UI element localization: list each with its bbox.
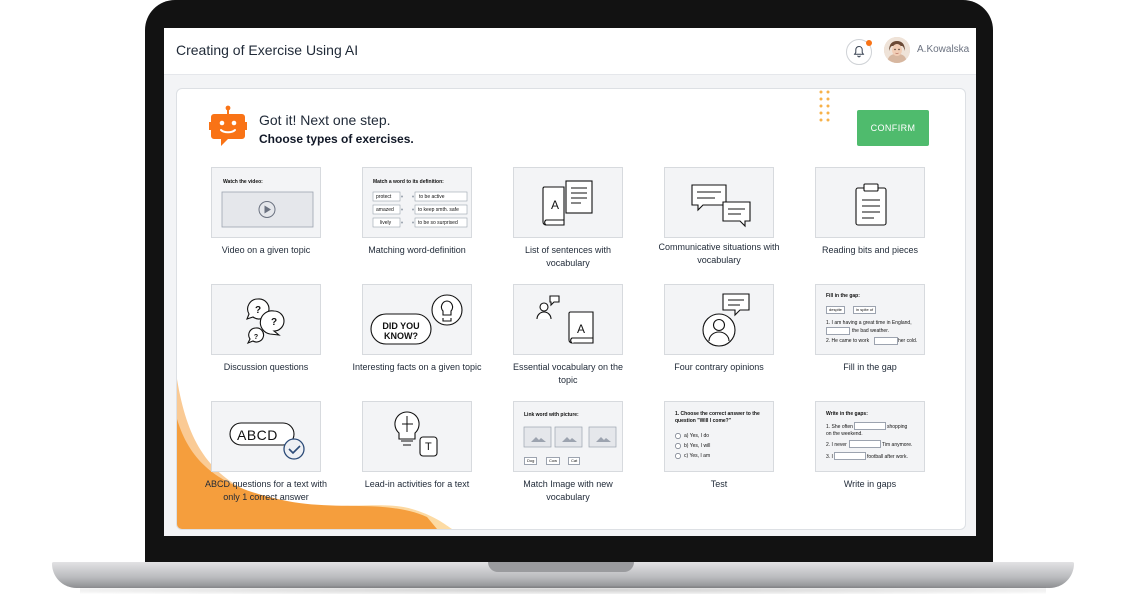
abcd-preview: ABCD xyxy=(211,401,321,472)
communicative-preview xyxy=(664,167,774,238)
app-header: Creating of Exercise Using AI A.Kowalska xyxy=(164,28,976,75)
reading-preview xyxy=(815,167,925,238)
person-book-icon: A xyxy=(536,295,594,344)
svg-text:?: ? xyxy=(271,317,277,328)
tile-label: Interesting facts on a given topic xyxy=(352,362,482,372)
app-screen: Creating of Exercise Using AI A.Kowalska xyxy=(164,28,976,536)
lightbulb-icon xyxy=(370,294,463,345)
write-gaps-preview: Write in the gaps: 1. She often shopping… xyxy=(815,401,925,472)
step-title: Got it! Next one step. xyxy=(259,112,391,128)
page-title: Creating of Exercise Using AI xyxy=(176,42,359,58)
tile-label: Discussion questions xyxy=(223,362,309,372)
tile-label: Matching word-definition xyxy=(368,245,466,255)
exercise-types-panel: Got it! Next one step. Choose types of e… xyxy=(176,88,966,530)
tile-label: Essential vocabulary on the topic xyxy=(512,362,624,385)
robot-icon xyxy=(209,105,247,146)
tile-label: Fill in the gap xyxy=(843,362,897,372)
tile-label: Write in gaps xyxy=(843,479,897,489)
svg-text:?: ? xyxy=(255,305,261,316)
tile-label: Reading bits and pieces xyxy=(821,245,919,255)
vocabulary-preview: A xyxy=(513,284,623,355)
bell-icon xyxy=(853,45,865,58)
tile-label: Video on a given topic xyxy=(221,245,311,255)
laptop-notch xyxy=(488,562,634,572)
avatar[interactable] xyxy=(884,37,910,63)
tile-label: Communicative situations with vocabulary xyxy=(658,242,780,265)
notification-bell-button[interactable] xyxy=(846,39,872,65)
matching-preview: Match a word to its definition: protect … xyxy=(362,167,472,238)
person-speech-icon xyxy=(702,293,750,347)
svg-text:A: A xyxy=(551,198,559,212)
dots-decoration xyxy=(819,90,830,122)
question-bubbles-icon: ??? xyxy=(246,298,285,345)
video-player-icon xyxy=(221,191,314,228)
clipboard-icon xyxy=(855,183,887,226)
puzzle-bulb-icon xyxy=(394,411,438,457)
test-preview: 1. Choose the correct answer to the ques… xyxy=(664,401,774,472)
fill-gap-preview: Fill in the gap: despite in spite of 1. … xyxy=(815,284,925,355)
tile-label: Four contrary opinions xyxy=(674,362,764,372)
tile-label: Test xyxy=(710,479,728,489)
confirm-button[interactable]: CONFIRM xyxy=(857,110,929,146)
books-icon: A xyxy=(542,180,593,226)
svg-text:A: A xyxy=(577,322,585,336)
lead-in-preview: T xyxy=(362,401,472,472)
sentences-preview: A xyxy=(513,167,623,238)
opinions-preview xyxy=(664,284,774,355)
tile-label: Lead-in activities for a text xyxy=(364,479,470,489)
step-subtitle: Choose types of exercises. xyxy=(259,132,414,146)
svg-text:?: ? xyxy=(254,334,258,341)
chat-bubbles-icon xyxy=(691,184,751,228)
user-name: A.Kowalska xyxy=(917,44,970,55)
video-preview: Watch the video: xyxy=(211,167,321,238)
tile-label: List of sentences with vocabulary xyxy=(524,245,612,268)
tile-label: Match Image with new vocabulary xyxy=(523,479,613,502)
laptop-shadow xyxy=(80,586,1046,594)
tile-label: ABCD questions for a text with only 1 co… xyxy=(204,479,328,502)
facts-preview: DID YOU KNOW? xyxy=(362,284,472,355)
image-match-preview: Link word with picture: Dog Cow Cat xyxy=(513,401,623,472)
notification-dot xyxy=(866,40,872,46)
radio-icon xyxy=(675,433,681,459)
discussion-preview: ??? xyxy=(211,284,321,355)
